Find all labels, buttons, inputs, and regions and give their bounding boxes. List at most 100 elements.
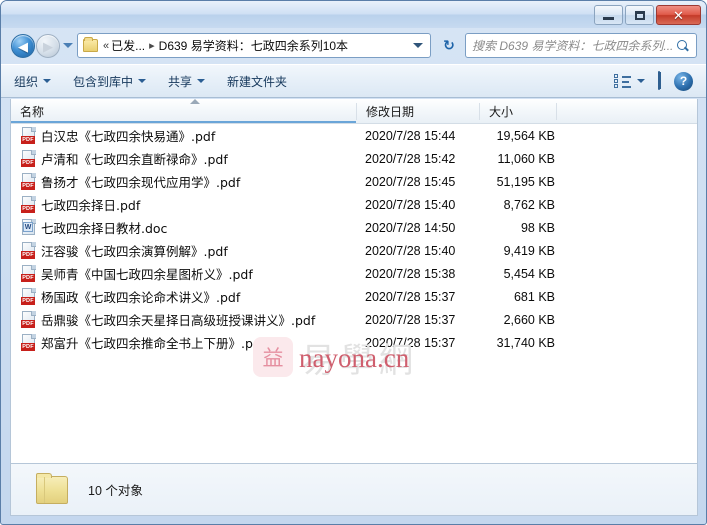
close-icon: ✕ [673,7,684,23]
file-name[interactable]: 岳鼎骏《七政四余天星择日高级班授课讲义》.pdf [41,310,315,329]
file-name[interactable]: 鲁扬才《七政四余现代应用学》.pdf [41,172,240,191]
pdf-file-icon: PDF [21,288,36,305]
toolbar-right-group: ? [610,69,706,94]
pdf-file-icon: PDF [21,242,36,259]
pdf-file-icon: PDF [21,150,36,167]
refresh-icon: ↻ [443,37,455,53]
file-date-modified: 2020/7/28 15:37 [365,335,456,350]
organize-button[interactable]: 组织 [5,69,60,94]
file-size: 2,660 KB [503,312,555,327]
pdf-badge: PDF [21,320,35,328]
file-name[interactable]: 杨国政《七政四余论命术讲义》.pdf [41,287,240,306]
share-with-button[interactable]: 共享 [159,69,214,94]
forward-button[interactable]: ▶ [36,34,60,58]
chevron-down-icon [43,79,52,83]
search-icon [676,39,690,53]
file-rows: PDF 白汉忠《七政四余快易通》.pdf 2020/7/28 15:44 19,564… [11,124,697,354]
page-fold-corner [31,334,36,339]
maximize-button[interactable] [625,5,654,25]
help-button[interactable]: ? [669,69,698,94]
include-in-library-label: 包含到库中 [73,74,134,89]
file-date-modified: 2020/7/28 15:42 [365,151,456,166]
recent-locations-chevron-down-icon[interactable] [63,43,73,48]
pdf-badge: PDF [21,205,35,213]
view-list-icon [614,74,631,88]
file-size: 19,564 KB [496,128,555,143]
close-button[interactable]: ✕ [656,5,701,25]
minimize-button[interactable] [594,5,623,25]
page-fold-corner [31,311,36,316]
table-row[interactable]: PDF 郑富升《七政四余推命全书上下册》.pdf 2020/7/28 15:37 31… [11,331,697,354]
preview-pane-icon [658,71,660,90]
back-button[interactable]: ◀ [11,34,35,58]
column-header-name-label: 名称 [20,104,45,119]
doc-file-icon: W [21,219,36,236]
file-date-modified: 2020/7/28 14:50 [365,220,456,235]
file-name[interactable]: 卢清和《七政四余直断禄命》.pdf [41,149,228,168]
column-header-size[interactable]: 大小 [480,99,556,123]
sort-ascending-icon [190,99,200,104]
search-input[interactable]: 搜索 D639 易学资料：七政四余系列... [472,37,672,54]
window-controls: ✕ [594,5,701,25]
column-divider[interactable] [556,103,557,120]
pdf-badge: PDF [21,159,35,167]
table-row[interactable]: PDF 汪容骏《七政四余演算例解》.pdf 2020/7/28 15:40 9,419… [11,239,697,262]
file-list-view[interactable]: 名称 修改日期 大小 PDF 白汉忠《七政四余快易通》.pdf 2020/7/28 … [10,99,698,464]
file-name[interactable]: 七政四余择日教材.doc [41,218,167,237]
include-in-library-button[interactable]: 包含到库中 [64,69,155,94]
minimize-icon [603,17,614,20]
new-folder-button[interactable]: 新建文件夹 [218,69,296,94]
page-fold-corner [31,196,36,201]
file-date-modified: 2020/7/28 15:37 [365,289,456,304]
table-row[interactable]: W 七政四余择日教材.doc 2020/7/28 14:50 98 KB [11,216,697,239]
file-date-modified: 2020/7/28 15:45 [365,174,456,189]
change-view-button[interactable] [610,71,649,91]
page-fold-corner [31,150,36,155]
table-row[interactable]: PDF 吴师青《中国七政四余星图析义》.pdf 2020/7/28 15:38 5,4… [11,262,697,285]
file-size: 11,060 KB [497,151,555,166]
share-label: 共享 [168,74,193,89]
status-bar: 10 个对象 [10,464,698,516]
file-size: 5,454 KB [503,266,555,281]
table-row[interactable]: PDF 七政四余择日.pdf 2020/7/28 15:40 8,762 KB [11,193,697,216]
file-name[interactable]: 汪容骏《七政四余演算例解》.pdf [41,241,228,260]
help-icon: ? [674,71,693,91]
file-name[interactable]: 郑富升《七政四余推命全书上下册》.pdf [41,333,265,352]
file-name[interactable]: 白汉忠《七政四余快易通》.pdf [41,126,215,145]
sorted-column-indicator [11,121,356,123]
file-size: 51,195 KB [496,174,555,189]
table-row[interactable]: PDF 白汉忠《七政四余快易通》.pdf 2020/7/28 15:44 19,564… [11,124,697,147]
file-date-modified: 2020/7/28 15:37 [365,312,456,327]
table-row[interactable]: PDF 卢清和《七政四余直断禄命》.pdf 2020/7/28 15:42 11,06… [11,147,697,170]
refresh-button[interactable]: ↻ [437,34,461,57]
chevron-down-icon [637,79,645,83]
page-fold-corner [31,265,36,270]
file-date-modified: 2020/7/28 15:40 [365,197,456,212]
pdf-badge: PDF [21,343,35,351]
table-row[interactable]: PDF 鲁扬才《七政四余现代应用学》.pdf 2020/7/28 15:45 51,1… [11,170,697,193]
search-box[interactable]: 搜索 D639 易学资料：七政四余系列... [465,33,697,58]
forward-arrow-icon: ▶ [43,38,53,54]
new-folder-label: 新建文件夹 [227,74,288,89]
column-header-date[interactable]: 修改日期 [357,99,479,123]
column-header-row: 名称 修改日期 大小 [11,99,697,124]
file-size: 8,762 KB [503,197,555,212]
pdf-file-icon: PDF [21,196,36,213]
file-name[interactable]: 吴师青《中国七政四余星图析义》.pdf [41,264,253,283]
breadcrumb-item-1[interactable]: 已发... [111,37,145,54]
pdf-file-icon: PDF [21,173,36,190]
organize-label: 组织 [14,74,39,89]
table-row[interactable]: PDF 杨国政《七政四余论命术讲义》.pdf 2020/7/28 15:37 681 … [11,285,697,308]
address-chevron-down-icon[interactable] [413,43,423,48]
address-bar[interactable]: « 已发... ▸ D639 易学资料：七政四余系列10本 [77,33,431,58]
file-name[interactable]: 七政四余择日.pdf [41,195,140,214]
show-preview-pane-button[interactable] [651,69,667,93]
word-badge: W [23,222,33,232]
breadcrumb-overflow-icon[interactable]: « [103,40,109,52]
column-header-name[interactable]: 名称 [11,99,356,123]
table-row[interactable]: PDF 岳鼎骏《七政四余天星择日高级班授课讲义》.pdf 2020/7/28 15:… [11,308,697,331]
breadcrumb-item-2[interactable]: D639 易学资料：七政四余系列10本 [159,37,348,54]
pdf-badge: PDF [21,136,35,144]
chevron-down-icon [197,79,206,83]
page-fold-corner [31,242,36,247]
